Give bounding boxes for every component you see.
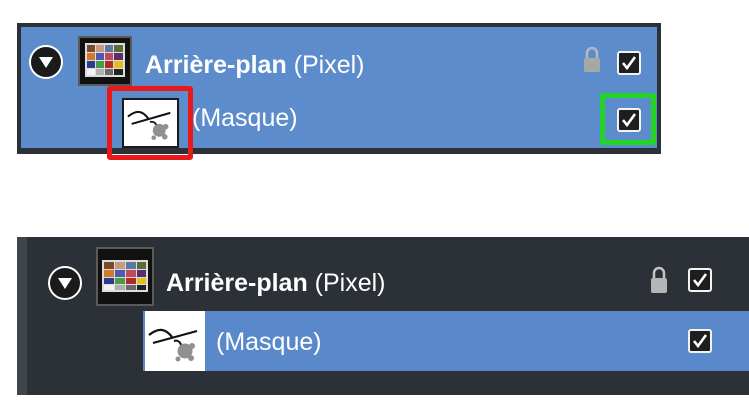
highlight-green-box	[600, 93, 656, 145]
layer-visibility-checkbox[interactable]	[688, 268, 712, 292]
checkmark-icon	[692, 334, 708, 349]
mask-visibility-checkbox[interactable]	[688, 329, 712, 353]
panel-edge	[17, 237, 27, 395]
disclosure-toggle-icon[interactable]	[29, 45, 63, 79]
checkmark-icon	[621, 56, 637, 71]
layer-type: (Pixel)	[314, 269, 386, 297]
panel-bottom-edge	[17, 395, 749, 403]
disclosure-toggle-icon[interactable]	[48, 266, 82, 300]
layer-name: Arrière-plan	[166, 269, 308, 297]
layer-thumbnail[interactable]	[78, 36, 132, 86]
highlight-red-box	[107, 86, 193, 160]
mask-label: (Masque)	[192, 104, 298, 132]
layer-name: Arrière-plan	[145, 51, 287, 79]
checkmark-icon	[692, 273, 708, 288]
layer-name-label: Arrière-plan (Pixel)	[166, 271, 386, 296]
layer-thumbnail[interactable]	[96, 247, 154, 306]
mask-thumbnail[interactable]	[145, 311, 205, 371]
layer-type: (Pixel)	[293, 51, 365, 79]
mask-label: (Masque)	[216, 328, 322, 356]
layer-name-label: Arrière-plan (Pixel)	[145, 53, 365, 78]
lock-icon[interactable]	[582, 45, 602, 75]
layer-visibility-checkbox[interactable]	[617, 51, 641, 75]
lock-icon[interactable]	[648, 264, 670, 296]
mask-shape-icon	[148, 328, 198, 362]
color-checker-icon	[85, 43, 125, 77]
color-checker-icon	[102, 260, 148, 292]
